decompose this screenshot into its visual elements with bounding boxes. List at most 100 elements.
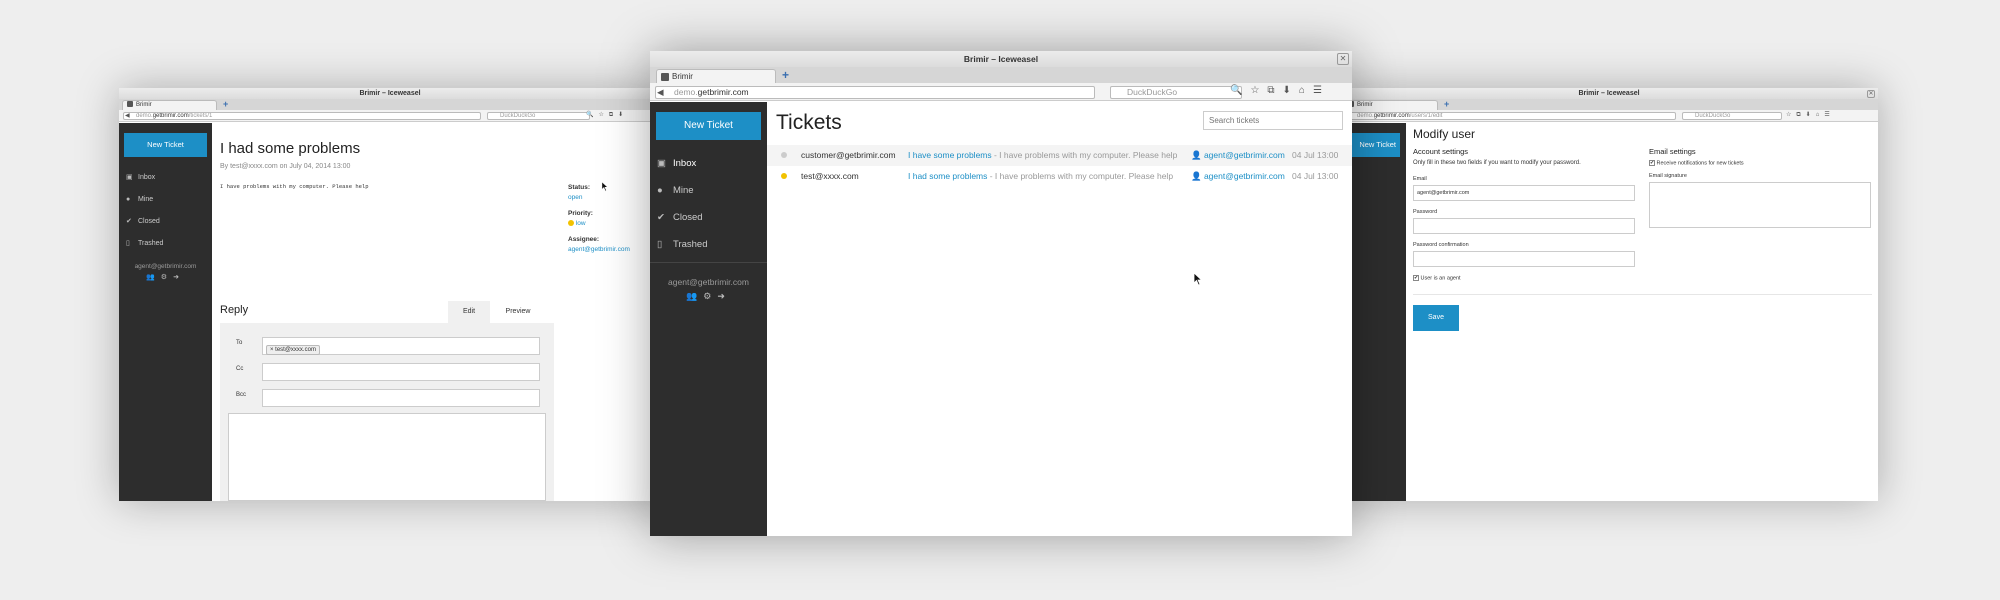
ticket-from: customer@getbrimir.com: [801, 150, 896, 160]
sidebar-item-label: Mine: [673, 185, 694, 196]
page-title: Tickets: [776, 111, 842, 134]
browser-tab[interactable]: Brimir: [122, 100, 217, 110]
email-label: Email: [1413, 176, 1427, 182]
ticket-assignee[interactable]: 👤 agent@getbrimir.com: [1191, 166, 1285, 187]
mouse-cursor-icon: [1193, 272, 1203, 286]
user-actions[interactable]: 👥⚙➜: [650, 291, 767, 302]
ticket-row[interactable]: customer@getbrimir.com I have some probl…: [767, 145, 1352, 166]
url-prefix: demo.: [1357, 113, 1374, 119]
new-ticket-button[interactable]: New Ticket: [124, 133, 207, 157]
sidebar-item-inbox[interactable]: ▣ Inbox: [650, 150, 767, 177]
sidebar-item-mine[interactable]: ● Mine: [650, 177, 767, 204]
priority-value: low: [575, 220, 586, 227]
reply-form: To × test@xxxx.com Cc Bcc: [220, 323, 554, 501]
toolbar-icons[interactable]: 🔍☆⧉⬇⌂☰: [1230, 85, 1330, 96]
sidebar-item-inbox[interactable]: ▣ Inbox: [119, 167, 212, 189]
search-tickets-input[interactable]: [1203, 111, 1343, 130]
browser-tab[interactable]: Brimir: [656, 69, 776, 83]
save-button[interactable]: Save: [1413, 305, 1459, 331]
tab-edit[interactable]: Edit: [448, 301, 490, 323]
ticket-preview: - I have problems with my computer. Plea…: [987, 171, 1174, 181]
ticket-assignee[interactable]: 👤 agent@getbrimir.com: [1191, 145, 1285, 166]
bcc-field[interactable]: [262, 389, 540, 407]
trash-icon: ▯: [126, 240, 130, 247]
notify-checkbox[interactable]: ✔: [1649, 160, 1655, 166]
cc-field[interactable]: [262, 363, 540, 381]
tab-label: Brimir: [1357, 102, 1373, 108]
nav-bar: ◀ demo.getbrimir.com/tickets/1 DuckDuckGo…: [119, 110, 661, 122]
ticket-subject[interactable]: I had some problems: [908, 171, 987, 181]
sidebar-item-closed[interactable]: ✔ Closed: [119, 211, 212, 233]
sign-out-icon[interactable]: ➜: [717, 291, 731, 301]
back-icon[interactable]: ◀: [125, 113, 130, 119]
close-window-icon[interactable]: ✕: [1867, 90, 1875, 98]
toolbar-icons[interactable]: ☆⧉⬇⌂☰: [1786, 111, 1835, 119]
sidebar-item-mine[interactable]: ● Mine: [119, 189, 212, 211]
url-bar[interactable]: ◀demo.getbrimir.com/users/1/edit: [1344, 112, 1676, 120]
trash-icon: ▯: [657, 239, 663, 250]
sidebar-item-trashed[interactable]: ▯ Trashed: [650, 231, 767, 258]
new-ticket-button[interactable]: New Ticket: [656, 112, 761, 140]
search-engine: DuckDuckGo: [500, 113, 536, 119]
status-value[interactable]: open: [568, 193, 658, 203]
user-info: agent@getbrimir.com 👥⚙➜: [650, 277, 767, 302]
settings-icon[interactable]: ⚙: [161, 274, 173, 281]
user-actions[interactable]: 👥⚙➜: [119, 273, 212, 281]
sidebar-item-label: Trashed: [673, 239, 708, 250]
notify-checkbox-row[interactable]: ✔ Receive notifications for new tickets: [1649, 160, 1744, 166]
priority-dot-icon: [781, 173, 787, 179]
back-icon[interactable]: ◀: [657, 87, 664, 98]
url-bar[interactable]: ◀ demo.getbrimir.com: [655, 86, 1095, 99]
users-icon[interactable]: 👥: [146, 274, 161, 281]
close-window-icon[interactable]: ✕: [1337, 53, 1349, 65]
users-icon[interactable]: 👥: [686, 291, 703, 301]
ticket-body: I have problems with my computer. Please…: [220, 183, 369, 190]
sidebar-item-trashed[interactable]: ▯ Trashed: [119, 233, 212, 255]
assignee-value[interactable]: agent@getbrimir.com: [568, 245, 658, 255]
divider: [1413, 294, 1872, 295]
ticket-subject[interactable]: I have some problems: [908, 150, 992, 160]
password-confirmation-label: Password confirmation: [1413, 242, 1469, 248]
url-bar[interactable]: ◀ demo.getbrimir.com/tickets/1: [123, 112, 481, 120]
url-host: getbrimir.com: [152, 113, 189, 119]
agent-checkbox[interactable]: ✔: [1413, 275, 1419, 281]
url-host: getbrimir.com: [1373, 113, 1410, 119]
browser-tab[interactable]: Brimir: [1343, 100, 1438, 110]
email-field[interactable]: agent@getbrimir.com: [1413, 185, 1635, 201]
priority-value-row[interactable]: low: [568, 219, 658, 229]
sidebar-item-label: Trashed: [138, 240, 164, 247]
sign-out-icon[interactable]: ➜: [173, 274, 185, 281]
settings-icon[interactable]: ⚙: [703, 291, 717, 301]
ticket-preview: - I have problems with my computer. Plea…: [991, 150, 1178, 160]
agent-checkbox-row[interactable]: ✔ User is an agent: [1413, 275, 1461, 281]
tab-preview[interactable]: Preview: [490, 301, 546, 323]
user-info: agent@getbrimir.com 👥⚙➜: [119, 263, 212, 281]
ticket-title: I had some problems: [220, 140, 361, 157]
check-icon: ✔: [657, 212, 665, 223]
new-tab-icon[interactable]: +: [1444, 99, 1449, 109]
new-tab-icon[interactable]: +: [223, 99, 228, 109]
search-bar[interactable]: DuckDuckGo: [1682, 112, 1782, 120]
password-label: Password: [1413, 209, 1438, 215]
search-bar[interactable]: DuckDuckGo: [1110, 86, 1242, 99]
inbox-icon: ▣: [126, 174, 133, 181]
account-note: Only fill in these two fields if you wan…: [1413, 160, 1581, 166]
new-tab-icon[interactable]: +: [782, 68, 789, 82]
ticket-date: 04 Jul 13:00: [1292, 171, 1339, 181]
reply-title: Reply: [220, 304, 249, 316]
to-field[interactable]: × test@xxxx.com: [262, 337, 540, 355]
title-bar: Brimir – Iceweasel ✕: [1340, 88, 1878, 99]
recipient-tag[interactable]: × test@xxxx.com: [266, 345, 320, 355]
nav-bar: ◀demo.getbrimir.com/users/1/edit DuckDuc…: [1340, 110, 1878, 122]
search-engine: DuckDuckGo: [1127, 87, 1178, 97]
ticket-row[interactable]: test@xxxx.com I had some problems - I ha…: [767, 166, 1352, 187]
toolbar-icons[interactable]: 🔍☆⧉⬇: [586, 111, 628, 119]
account-settings-heading: Account settings: [1413, 147, 1469, 156]
status-label: Status:: [568, 184, 591, 191]
password-field[interactable]: [1413, 218, 1635, 234]
reply-body-textarea[interactable]: [228, 413, 546, 501]
password-confirmation-field[interactable]: [1413, 251, 1635, 267]
signature-textarea[interactable]: [1649, 182, 1871, 228]
search-bar[interactable]: DuckDuckGo: [487, 112, 590, 120]
sidebar-item-closed[interactable]: ✔ Closed: [650, 204, 767, 231]
